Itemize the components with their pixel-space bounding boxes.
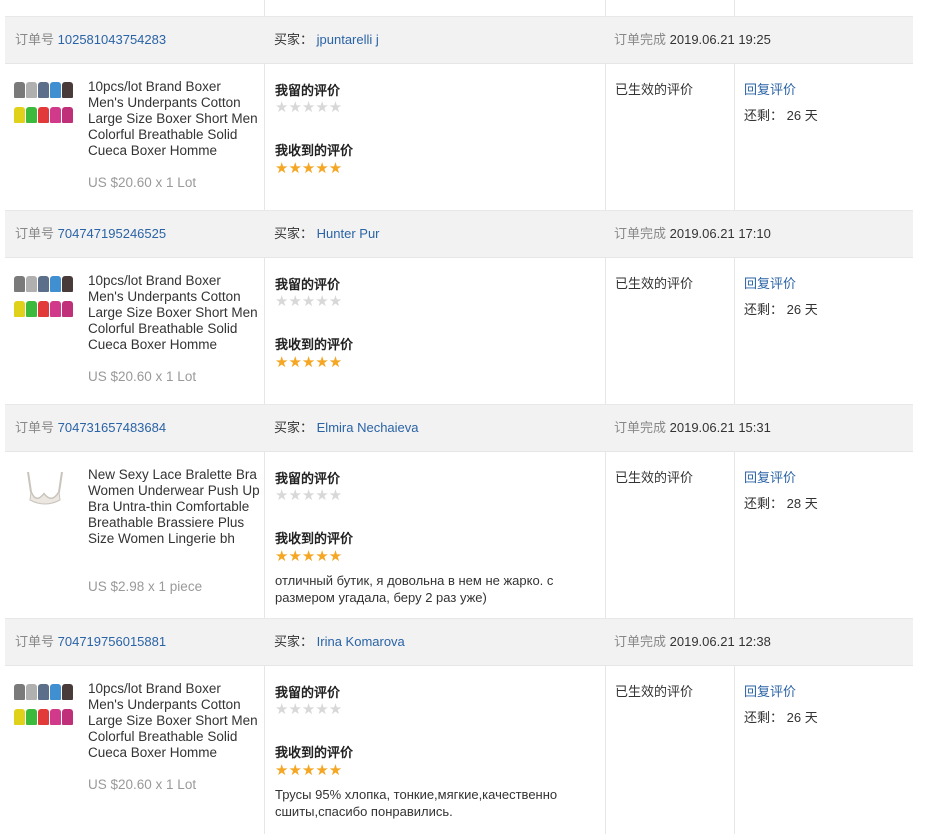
- order-header: 订单号 704719756015881 买家： Irina Komarova 订…: [5, 618, 913, 665]
- product-price: US $20.60 x 1 Lot: [88, 369, 197, 384]
- remaining-days-value: 26: [786, 710, 802, 725]
- order-block: 订单号 704747195246525 买家： Hunter Pur 订单完成 …: [5, 210, 913, 404]
- order-header: 订单号 704731657483684 买家： Elmira Nechaieva…: [5, 404, 913, 451]
- product-thumbnail[interactable]: [14, 82, 76, 138]
- remaining-days: 还剩： 26 天: [744, 710, 818, 725]
- buyer-label: 买家：: [274, 420, 314, 435]
- received-review-stars: ★★★★★: [275, 548, 343, 565]
- order-header: 订单号 704747195246525 买家： Hunter Pur 订单完成 …: [5, 210, 913, 257]
- remaining-days: 还剩： 26 天: [744, 302, 818, 317]
- received-review-title: 我收到的评价: [275, 745, 354, 760]
- boxers-thumb: [14, 684, 76, 733]
- order-number-link[interactable]: 704747195246525: [58, 226, 166, 241]
- remaining-days: 还剩： 26 天: [744, 108, 818, 123]
- review-status: 已生效的评价: [615, 684, 694, 699]
- buyer-label: 买家：: [274, 634, 314, 649]
- received-review-title: 我收到的评价: [275, 143, 354, 158]
- received-review-title: 我收到的评价: [275, 337, 354, 352]
- my-review-title: 我留的评价: [275, 685, 341, 700]
- order-number-label: 订单号: [15, 226, 55, 241]
- previous-row-tail: [5, 0, 913, 16]
- product-thumbnail[interactable]: [14, 470, 76, 526]
- order-block: 订单号 102581043754283 买家： jpuntarelli j 订单…: [5, 16, 913, 210]
- order-body: 10pcs/lot Brand Boxer Men's Underpants C…: [5, 63, 913, 210]
- review-status: 已生效的评价: [615, 82, 694, 97]
- order-body: 10pcs/lot Brand Boxer Men's Underpants C…: [5, 665, 913, 834]
- order-number-link[interactable]: 704731657483684: [58, 420, 166, 435]
- order-block: 订单号 704731657483684 买家： Elmira Nechaieva…: [5, 404, 913, 618]
- review-status: 已生效的评价: [615, 470, 694, 485]
- buyer-link[interactable]: jpuntarelli j: [317, 32, 379, 47]
- completed-time: 2019.06.21 12:38: [669, 634, 771, 649]
- remaining-days-value: 28: [786, 496, 802, 511]
- boxers-thumb: [14, 82, 76, 131]
- my-review-stars: ★★★★★: [275, 701, 343, 718]
- buyer-link[interactable]: Elmira Nechaieva: [317, 420, 419, 435]
- completed-time: 2019.06.21 15:31: [669, 420, 771, 435]
- received-review-stars: ★★★★★: [275, 354, 343, 371]
- order-number-link[interactable]: 102581043754283: [58, 32, 166, 47]
- product-price: US $2.98 x 1 piece: [88, 579, 203, 594]
- completed-label: 订单完成: [614, 226, 667, 241]
- product-thumbnail[interactable]: [14, 684, 76, 740]
- reply-review-link[interactable]: 回复评价: [744, 273, 796, 292]
- buyer-link[interactable]: Hunter Pur: [317, 226, 380, 241]
- order-body: 10pcs/lot Brand Boxer Men's Underpants C…: [5, 257, 913, 404]
- bra-thumb: [27, 471, 63, 505]
- remaining-days-value: 26: [786, 302, 802, 317]
- received-review-stars: ★★★★★: [275, 160, 343, 177]
- reply-review-link[interactable]: 回复评价: [744, 681, 796, 700]
- product-title-link[interactable]: 10pcs/lot Brand Boxer Men's Underpants C…: [88, 273, 260, 353]
- my-review-stars: ★★★★★: [275, 487, 343, 504]
- order-number-link[interactable]: 704719756015881: [58, 634, 166, 649]
- buyer-label: 买家：: [274, 32, 314, 47]
- my-review-stars: ★★★★★: [275, 293, 343, 310]
- order-number-label: 订单号: [15, 32, 55, 47]
- review-comment: Трусы 95% хлопка, тонкие,мягкие,качестве…: [275, 787, 558, 819]
- product-price: US $20.60 x 1 Lot: [88, 777, 197, 792]
- completed-time: 2019.06.21 19:25: [669, 32, 771, 47]
- orders-list: 订单号 102581043754283 买家： jpuntarelli j 订单…: [5, 0, 913, 834]
- review-comment: отличный бутик, я довольна в нем не жарк…: [275, 573, 554, 605]
- buyer-link[interactable]: Irina Komarova: [317, 634, 405, 649]
- product-price: US $20.60 x 1 Lot: [88, 175, 197, 190]
- review-status: 已生效的评价: [615, 276, 694, 291]
- completed-label: 订单完成: [614, 32, 667, 47]
- my-review-title: 我留的评价: [275, 471, 341, 486]
- my-review-title: 我留的评价: [275, 277, 341, 292]
- completed-label: 订单完成: [614, 634, 667, 649]
- remaining-days-value: 26: [786, 108, 802, 123]
- boxers-thumb: [14, 276, 76, 325]
- product-title-link[interactable]: New Sexy Lace Bralette Bra Women Underwe…: [88, 467, 260, 547]
- order-header: 订单号 102581043754283 买家： jpuntarelli j 订单…: [5, 16, 913, 63]
- order-number-label: 订单号: [15, 420, 55, 435]
- received-review-stars: ★★★★★: [275, 762, 343, 779]
- order-body: New Sexy Lace Bralette Bra Women Underwe…: [5, 451, 913, 618]
- product-title-link[interactable]: 10pcs/lot Brand Boxer Men's Underpants C…: [88, 79, 260, 159]
- remaining-days: 还剩： 28 天: [744, 496, 818, 511]
- my-review-stars: ★★★★★: [275, 99, 343, 116]
- reply-review-link[interactable]: 回复评价: [744, 467, 796, 486]
- order-block: 订单号 704719756015881 买家： Irina Komarova 订…: [5, 618, 913, 834]
- my-review-title: 我留的评价: [275, 83, 341, 98]
- completed-time: 2019.06.21 17:10: [669, 226, 771, 241]
- buyer-label: 买家：: [274, 226, 314, 241]
- order-number-label: 订单号: [15, 634, 55, 649]
- received-review-title: 我收到的评价: [275, 531, 354, 546]
- product-title-link[interactable]: 10pcs/lot Brand Boxer Men's Underpants C…: [88, 681, 260, 761]
- reply-review-link[interactable]: 回复评价: [744, 79, 796, 98]
- completed-label: 订单完成: [614, 420, 667, 435]
- product-thumbnail[interactable]: [14, 276, 76, 332]
